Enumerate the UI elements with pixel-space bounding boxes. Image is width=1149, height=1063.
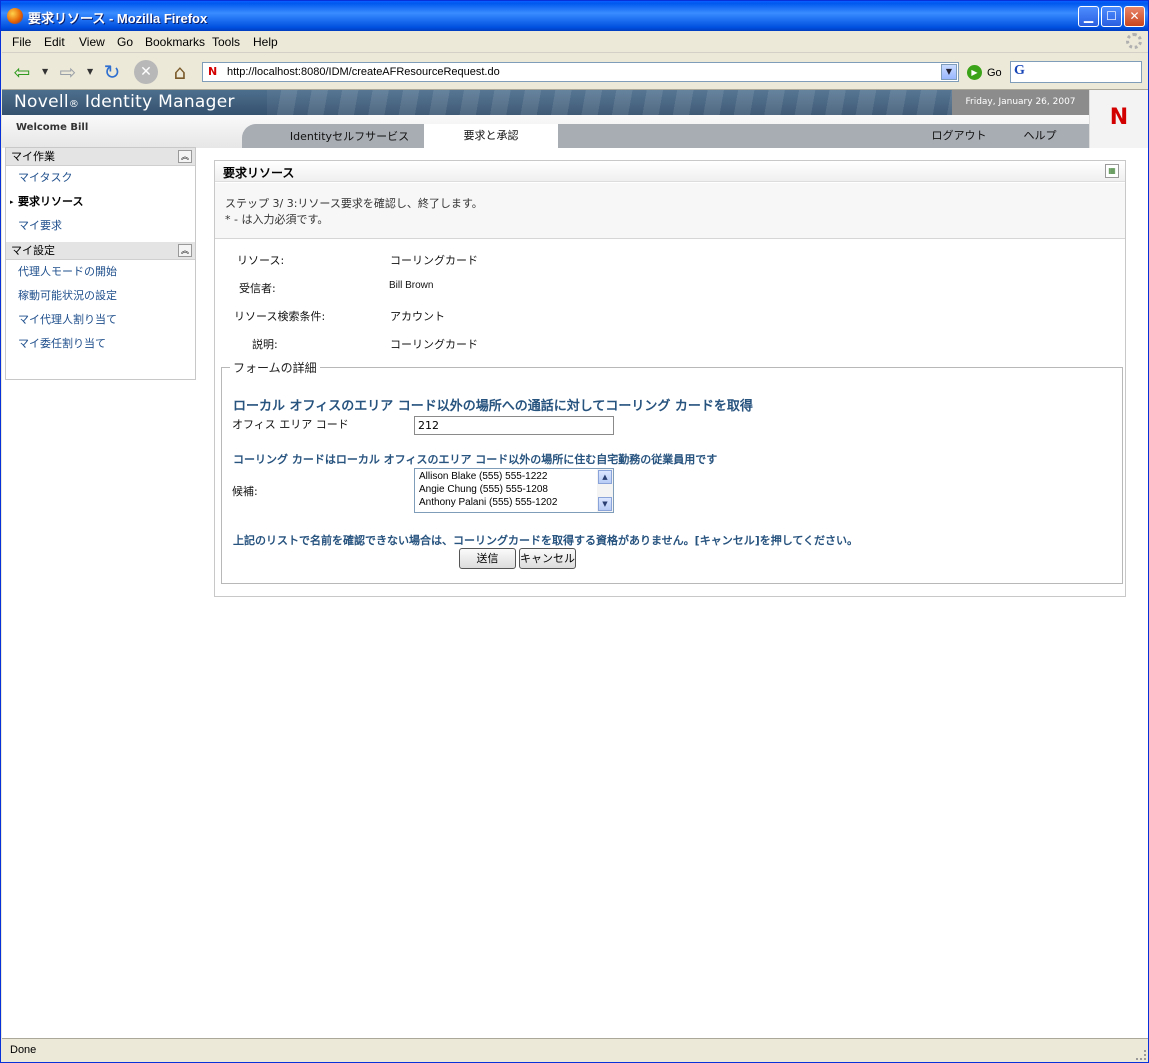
sidebar-item-proxy-assignments[interactable]: マイ代理人割り当て [6,308,195,332]
sidebar-item-my-tasks[interactable]: マイタスク [6,166,195,190]
form-details: フォームの詳細 ローカル オフィスのエリア コード以外の場所への通話に対してコー… [221,359,1123,584]
candidates-listbox[interactable]: Allison Blake (555) 555-1222 Angie Chung… [414,468,614,513]
sidebar-item-request-resource[interactable]: ▸ 要求リソース [6,190,195,214]
menu-view[interactable]: View [79,35,105,49]
menu-edit[interactable]: Edit [44,35,65,49]
sidebar-item-label: 要求リソース [18,195,84,208]
recipient-label: 受信者: [239,282,276,295]
search-input[interactable]: G [1010,61,1142,83]
sidebar-item-availability[interactable]: 稼動可能状況の設定 [6,284,195,308]
minimize-button[interactable]: ▁ [1078,6,1099,27]
menu-go[interactable]: Go [117,35,133,49]
welcome-text: Welcome Bill [16,122,89,133]
sidebar-item-proxy-mode[interactable]: 代理人モードの開始 [6,260,195,284]
menu-bar: File Edit View Go Bookmarks Tools Help [2,31,1148,53]
browser-window: 要求リソース - Mozilla Firefox ▁ ☐ ✕ File Edit… [0,0,1149,1063]
description-label: 説明: [252,338,278,351]
sub-header: Welcome Bill Identityセルフサービス 要求と承認 ログアウト… [2,115,1089,148]
tab-bar: Identityセルフサービス 要求と承認 ログアウト ヘルプ [242,124,1089,148]
sidebar-section-title: マイ設定 [11,244,55,257]
sidebar-section-title: マイ作業 [11,150,55,163]
list-item[interactable]: Anthony Palani (555) 555-1202 [419,497,557,508]
sidebar-section-my-settings: マイ設定 ︽ [6,242,195,260]
logout-link[interactable]: ログアウト [914,124,1004,148]
search-criteria-label: リソース検索条件: [234,310,326,323]
novell-logo-icon: N [1089,90,1148,148]
candidates-label: 候補: [232,485,258,498]
sidebar: マイ作業 ︽ マイタスク ▸ 要求リソース マイ要求 マイ設定 ︽ 代理人モードの… [5,147,196,380]
form-description: コーリング カードはローカル オフィスのエリア コード以外の場所に住む自宅勤務の… [233,453,718,466]
request-resource-panel: 要求リソース ▦ ステップ 3/ 3:リソース要求を確認し、終了します。 * -… [214,160,1126,597]
address-bar[interactable]: N http://localhost:8080/IDM/createAFReso… [202,62,959,82]
step-instructions: ステップ 3/ 3:リソース要求を確認し、終了します。 * - は入力必須です。 [215,183,1125,239]
web-page: Novell® Identity Manager Friday, January… [2,90,1148,1038]
help-link[interactable]: ヘルプ [1010,124,1070,148]
brand-title: Novell® Identity Manager [14,92,235,112]
maximize-button[interactable]: ☐ [1101,6,1122,27]
resource-label: リソース: [237,254,285,267]
status-bar: Done [2,1038,1148,1062]
grid-view-icon[interactable]: ▦ [1105,164,1119,178]
status-text: Done [10,1044,37,1056]
forward-history-dropdown-icon[interactable]: ▼ [87,67,93,76]
reload-icon[interactable]: ↻ [100,60,124,84]
close-button[interactable]: ✕ [1124,6,1145,27]
firefox-icon [7,8,23,24]
throbber-icon [1126,33,1142,49]
novell-favicon-icon: N [208,65,218,78]
window-title: 要求リソース - Mozilla Firefox [28,11,208,26]
required-note: * - は入力必須です。 [225,213,329,226]
step-text: ステップ 3/ 3:リソース要求を確認し、終了します。 [225,197,483,210]
stop-icon[interactable]: ✕ [134,60,158,84]
list-item[interactable]: Allison Blake (555) 555-1222 [419,471,547,482]
header-date: Friday, January 26, 2007 [952,90,1089,115]
recipient-value: Bill Brown [389,280,434,291]
collapse-icon[interactable]: ︽ [178,244,192,257]
sidebar-item-my-requests[interactable]: マイ要求 [6,214,195,238]
submit-button[interactable]: 送信 [459,548,516,569]
description-value: コーリングカード [390,338,478,351]
novell-header: Novell® Identity Manager Friday, January… [2,90,1148,115]
search-criteria-value: アカウント [390,310,445,323]
area-code-label: オフィス エリア コード [232,418,349,431]
area-code-input[interactable] [414,416,614,435]
menu-tools[interactable]: Tools [212,35,240,49]
url-text[interactable]: http://localhost:8080/IDM/createAFResour… [227,66,500,78]
url-dropdown-icon[interactable]: ▼ [941,64,957,80]
panel-title: 要求リソース [223,166,295,180]
collapse-icon[interactable]: ︽ [178,150,192,163]
google-search-icon[interactable]: G [1014,63,1025,79]
menu-bookmarks[interactable]: Bookmarks [145,35,205,49]
form-details-legend: フォームの詳細 [230,359,320,376]
sidebar-section-my-work: マイ作業 ︽ [6,148,195,166]
navigation-toolbar: ⇦ ▼ ⇨ ▼ ↻ ✕ ⌂ N http://localhost:8080/ID… [2,54,1148,90]
form-heading: ローカル オフィスのエリア コード以外の場所への通話に対してコーリング カードを… [233,399,753,414]
title-bar: 要求リソース - Mozilla Firefox ▁ ☐ ✕ [1,1,1148,31]
bullet-icon: ▸ [10,198,14,206]
scroll-up-icon[interactable]: ▲ [598,470,612,484]
brand-name: Novell [14,92,69,112]
tab-requests-approvals[interactable]: 要求と承認 [424,124,558,148]
menu-help[interactable]: Help [253,35,278,49]
go-button[interactable]: Go [987,67,1002,79]
back-arrow-icon[interactable]: ⇦ [10,60,34,84]
listbox-scrollbar[interactable]: ▲ ▼ [597,469,613,512]
panel-header: 要求リソース ▦ [215,161,1125,182]
go-arrow-icon[interactable]: ▶ [967,65,982,80]
eligibility-note: 上記のリストで名前を確認できない場合は、コーリングカードを取得する資格がありませ… [233,534,859,547]
back-history-dropdown-icon[interactable]: ▼ [42,67,48,76]
home-icon[interactable]: ⌂ [168,60,192,84]
tab-identity-self-service[interactable]: Identityセルフサービス [262,125,437,149]
resource-value: コーリングカード [390,254,478,267]
forward-arrow-icon[interactable]: ⇨ [56,60,80,84]
brand-mark: ® [68,99,80,110]
sidebar-item-delegate-assignments[interactable]: マイ委任割り当て [6,332,195,356]
header-decoration [267,90,952,115]
list-item[interactable]: Angie Chung (555) 555-1208 [419,484,548,495]
scroll-down-icon[interactable]: ▼ [598,497,612,511]
cancel-button[interactable]: キャンセル [519,548,576,569]
menu-file[interactable]: File [12,35,31,49]
resize-grip-icon[interactable] [1136,1050,1146,1060]
brand-product: Identity Manager [79,92,235,112]
